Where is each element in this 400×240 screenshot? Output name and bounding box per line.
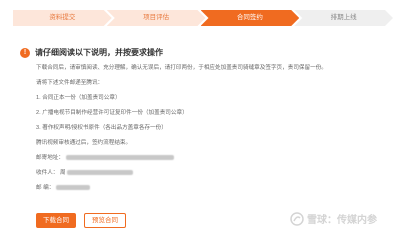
- step-project-evaluation: 项目评估: [107, 10, 206, 26]
- step-schedule-launch: 排期上线: [294, 10, 393, 26]
- step-label: 合同签约: [236, 14, 263, 21]
- instruction-download: 下载合同后，请审慎阅读、充分理解，确认无误后，请打印两份，于相应处加盖贵司骑缝章…: [36, 65, 327, 71]
- mail-postcode-label: 邮 编：: [36, 185, 55, 191]
- notice-header: ! 请仔细阅读以下说明，并按要求操作: [20, 47, 163, 58]
- instruction-mail-to: 请将下述文件邮递至腾讯：: [36, 80, 104, 86]
- redacted-recipient: [67, 170, 134, 176]
- watermark-text: 雪球：传媒内参: [307, 215, 377, 226]
- redacted-postcode: [55, 185, 90, 191]
- watermark: 雪球：传媒内参: [290, 211, 377, 226]
- step-label: 资料提交: [49, 14, 76, 21]
- download-contract-button[interactable]: 下载合同: [36, 213, 76, 228]
- step-label: 排期上线: [330, 14, 357, 21]
- alert-icon: !: [20, 47, 30, 58]
- step-submit-materials: 资料提交: [13, 10, 112, 26]
- instruction-item-contract: 1. 合同正本一份（加盖贵司公章）: [36, 95, 121, 101]
- mail-recipient-row: 收件人： 周: [36, 169, 386, 177]
- instructions-panel: 下载合同后，请审慎阅读、充分理解，确认无误后，请打印两份，于相应处加盖贵司骑缝章…: [36, 64, 386, 192]
- preview-contract-button[interactable]: 预览合同: [84, 213, 126, 228]
- mail-postcode-row: 邮 编：: [36, 184, 386, 192]
- mail-address-row: 邮寄地址：: [36, 154, 386, 162]
- mail-recipient-label: 收件人：: [36, 170, 59, 176]
- mail-address-label: 邮寄地址：: [36, 155, 64, 161]
- step-label: 项目评估: [143, 14, 170, 21]
- progress-steps: 资料提交 项目评估 合同签约 排期上线: [13, 10, 388, 26]
- snowball-logo-icon: [290, 211, 304, 226]
- mail-recipient-prefix: 周: [59, 170, 66, 176]
- instruction-finish: 腾讯视频审核通过后，签约流程结束。: [36, 140, 132, 146]
- step-contract-signing: 合同签约: [201, 10, 300, 26]
- notice-title: 请仔细阅读以下说明，并按要求操作: [35, 48, 163, 57]
- instruction-item-license: 2. 广播电视节目制作经营许可证复印件一份（加盖贵司公章）: [36, 110, 188, 116]
- redacted-address: [65, 155, 174, 161]
- instruction-item-copyright: 3. 著作权声明/授权书原件（各出品方盖章各存一份）: [36, 125, 167, 131]
